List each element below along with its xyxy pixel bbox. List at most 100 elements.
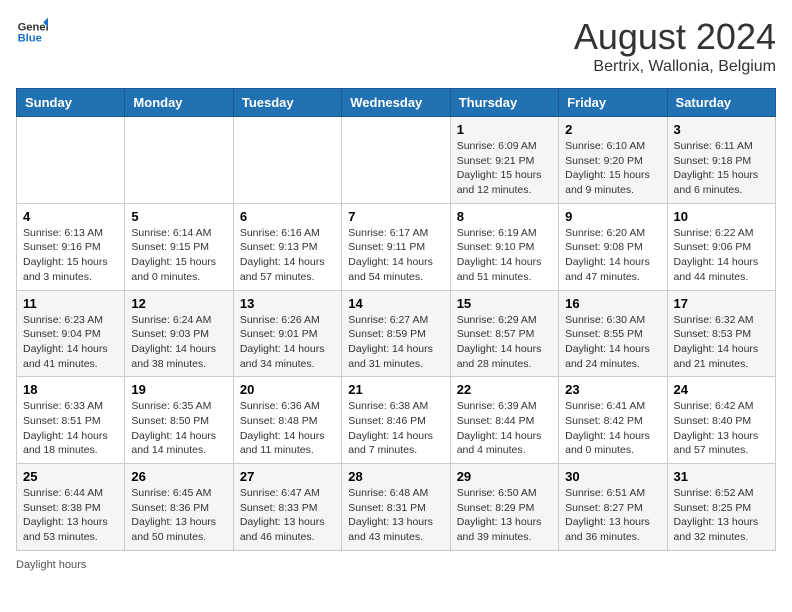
day-cell-17: 17 Sunrise: 6:32 AMSunset: 8:53 PMDayligh…	[667, 290, 775, 377]
day-number: 27	[240, 469, 335, 484]
day-info: Sunrise: 6:09 AMSunset: 9:21 PMDaylight:…	[457, 139, 552, 198]
day-cell-16: 16 Sunrise: 6:30 AMSunset: 8:55 PMDayligh…	[559, 290, 667, 377]
day-number: 20	[240, 382, 335, 397]
day-cell-empty	[342, 117, 450, 204]
title-area: August 2024 Bertrix, Wallonia, Belgium	[574, 16, 776, 76]
day-number: 8	[457, 209, 552, 224]
day-info: Sunrise: 6:14 AMSunset: 9:15 PMDaylight:…	[131, 226, 226, 285]
day-number: 9	[565, 209, 660, 224]
day-number: 11	[23, 296, 118, 311]
day-info: Sunrise: 6:16 AMSunset: 9:13 PMDaylight:…	[240, 226, 335, 285]
day-number: 29	[457, 469, 552, 484]
day-cell-22: 22 Sunrise: 6:39 AMSunset: 8:44 PMDayligh…	[450, 377, 558, 464]
week-row-4: 18Sunrise: 6:33 AMSunset: 8:51 PMDayligh…	[17, 377, 776, 464]
day-number: 10	[674, 209, 769, 224]
day-info: Sunrise: 6:26 AMSunset: 9:01 PMDaylight:…	[240, 313, 335, 372]
day-cell-25: 25Sunrise: 6:44 AMSunset: 8:38 PMDayligh…	[17, 464, 125, 551]
day-info: Sunrise: 6:50 AMSunset: 8:29 PMDaylight:…	[457, 486, 552, 545]
subtitle: Bertrix, Wallonia, Belgium	[574, 58, 776, 76]
day-number: 5	[131, 209, 226, 224]
day-info: Sunrise: 6:51 AMSunset: 8:27 PMDaylight:…	[565, 486, 660, 545]
header-row: SundayMondayTuesdayWednesdayThursdayFrid…	[17, 89, 776, 117]
day-cell-3: 3 Sunrise: 6:11 AMSunset: 9:18 PMDaylight…	[667, 117, 775, 204]
day-number: 18	[23, 382, 118, 397]
day-number: 17	[674, 296, 769, 311]
day-info: Sunrise: 6:45 AMSunset: 8:36 PMDaylight:…	[131, 486, 226, 545]
day-cell-26: 26 Sunrise: 6:45 AMSunset: 8:36 PMDayligh…	[125, 464, 233, 551]
day-number: 22	[457, 382, 552, 397]
svg-text:General: General	[18, 21, 48, 33]
day-cell-29: 29 Sunrise: 6:50 AMSunset: 8:29 PMDayligh…	[450, 464, 558, 551]
calendar-table: SundayMondayTuesdayWednesdayThursdayFrid…	[16, 88, 776, 551]
day-cell-empty	[125, 117, 233, 204]
day-info: Sunrise: 6:17 AMSunset: 9:11 PMDaylight:…	[348, 226, 443, 285]
day-cell-empty	[17, 117, 125, 204]
day-cell-8: 8Sunrise: 6:19 AMSunset: 9:10 PMDaylight…	[450, 203, 558, 290]
day-number: 16	[565, 296, 660, 311]
day-number: 1	[457, 122, 552, 137]
day-number: 6	[240, 209, 335, 224]
day-info: Sunrise: 6:22 AMSunset: 9:06 PMDaylight:…	[674, 226, 769, 285]
week-row-5: 25Sunrise: 6:44 AMSunset: 8:38 PMDayligh…	[17, 464, 776, 551]
day-cell-19: 19 Sunrise: 6:35 AMSunset: 8:50 PMDayligh…	[125, 377, 233, 464]
day-cell-20: 20 Sunrise: 6:36 AMSunset: 8:48 PMDayligh…	[233, 377, 341, 464]
day-info: Sunrise: 6:10 AMSunset: 9:20 PMDaylight:…	[565, 139, 660, 198]
day-number: 30	[565, 469, 660, 484]
day-number: 14	[348, 296, 443, 311]
header-cell-friday: Friday	[559, 89, 667, 117]
day-info: Sunrise: 6:44 AMSunset: 8:38 PMDaylight:…	[23, 486, 118, 545]
day-cell-23: 23 Sunrise: 6:41 AMSunset: 8:42 PMDayligh…	[559, 377, 667, 464]
day-number: 3	[674, 122, 769, 137]
header-cell-saturday: Saturday	[667, 89, 775, 117]
day-number: 19	[131, 382, 226, 397]
header-cell-monday: Monday	[125, 89, 233, 117]
day-info: Sunrise: 6:35 AMSunset: 8:50 PMDaylight:…	[131, 399, 226, 458]
day-info: Sunrise: 6:30 AMSunset: 8:55 PMDaylight:…	[565, 313, 660, 372]
day-cell-24: 24Sunrise: 6:42 AMSunset: 8:40 PMDayligh…	[667, 377, 775, 464]
header-cell-thursday: Thursday	[450, 89, 558, 117]
main-title: August 2024	[574, 16, 776, 58]
day-number: 2	[565, 122, 660, 137]
day-cell-6: 6 Sunrise: 6:16 AMSunset: 9:13 PMDaylight…	[233, 203, 341, 290]
day-number: 23	[565, 382, 660, 397]
day-info: Sunrise: 6:38 AMSunset: 8:46 PMDaylight:…	[348, 399, 443, 458]
day-number: 12	[131, 296, 226, 311]
header: General Blue August 2024 Bertrix, Wallon…	[16, 16, 776, 76]
day-cell-27: 27 Sunrise: 6:47 AMSunset: 8:33 PMDayligh…	[233, 464, 341, 551]
day-number: 21	[348, 382, 443, 397]
day-number: 24	[674, 382, 769, 397]
day-number: 26	[131, 469, 226, 484]
day-info: Sunrise: 6:41 AMSunset: 8:42 PMDaylight:…	[565, 399, 660, 458]
day-info: Sunrise: 6:47 AMSunset: 8:33 PMDaylight:…	[240, 486, 335, 545]
day-info: Sunrise: 6:32 AMSunset: 8:53 PMDaylight:…	[674, 313, 769, 372]
day-cell-1: 1 Sunrise: 6:09 AMSunset: 9:21 PMDaylight…	[450, 117, 558, 204]
day-info: Sunrise: 6:11 AMSunset: 9:18 PMDaylight:…	[674, 139, 769, 198]
day-info: Sunrise: 6:36 AMSunset: 8:48 PMDaylight:…	[240, 399, 335, 458]
day-cell-18: 18Sunrise: 6:33 AMSunset: 8:51 PMDayligh…	[17, 377, 125, 464]
day-cell-30: 30 Sunrise: 6:51 AMSunset: 8:27 PMDayligh…	[559, 464, 667, 551]
calendar-body: 1 Sunrise: 6:09 AMSunset: 9:21 PMDaylight…	[17, 117, 776, 551]
day-info: Sunrise: 6:27 AMSunset: 8:59 PMDaylight:…	[348, 313, 443, 372]
svg-text:Blue: Blue	[18, 33, 42, 45]
header-cell-tuesday: Tuesday	[233, 89, 341, 117]
day-cell-7: 7Sunrise: 6:17 AMSunset: 9:11 PMDaylight…	[342, 203, 450, 290]
day-number: 13	[240, 296, 335, 311]
day-cell-11: 11Sunrise: 6:23 AMSunset: 9:04 PMDayligh…	[17, 290, 125, 377]
week-row-3: 11Sunrise: 6:23 AMSunset: 9:04 PMDayligh…	[17, 290, 776, 377]
day-info: Sunrise: 6:29 AMSunset: 8:57 PMDaylight:…	[457, 313, 552, 372]
logo: General Blue	[16, 16, 48, 48]
day-cell-21: 21 Sunrise: 6:38 AMSunset: 8:46 PMDayligh…	[342, 377, 450, 464]
daylight-label: Daylight hours	[16, 559, 86, 571]
day-info: Sunrise: 6:20 AMSunset: 9:08 PMDaylight:…	[565, 226, 660, 285]
day-cell-28: 28Sunrise: 6:48 AMSunset: 8:31 PMDayligh…	[342, 464, 450, 551]
day-cell-15: 15Sunrise: 6:29 AMSunset: 8:57 PMDayligh…	[450, 290, 558, 377]
day-info: Sunrise: 6:39 AMSunset: 8:44 PMDaylight:…	[457, 399, 552, 458]
day-number: 31	[674, 469, 769, 484]
day-cell-empty	[233, 117, 341, 204]
logo-icon: General Blue	[16, 16, 48, 48]
day-cell-14: 14 Sunrise: 6:27 AMSunset: 8:59 PMDayligh…	[342, 290, 450, 377]
day-info: Sunrise: 6:24 AMSunset: 9:03 PMDaylight:…	[131, 313, 226, 372]
day-cell-31: 31Sunrise: 6:52 AMSunset: 8:25 PMDayligh…	[667, 464, 775, 551]
day-cell-4: 4Sunrise: 6:13 AMSunset: 9:16 PMDaylight…	[17, 203, 125, 290]
week-row-1: 1 Sunrise: 6:09 AMSunset: 9:21 PMDaylight…	[17, 117, 776, 204]
